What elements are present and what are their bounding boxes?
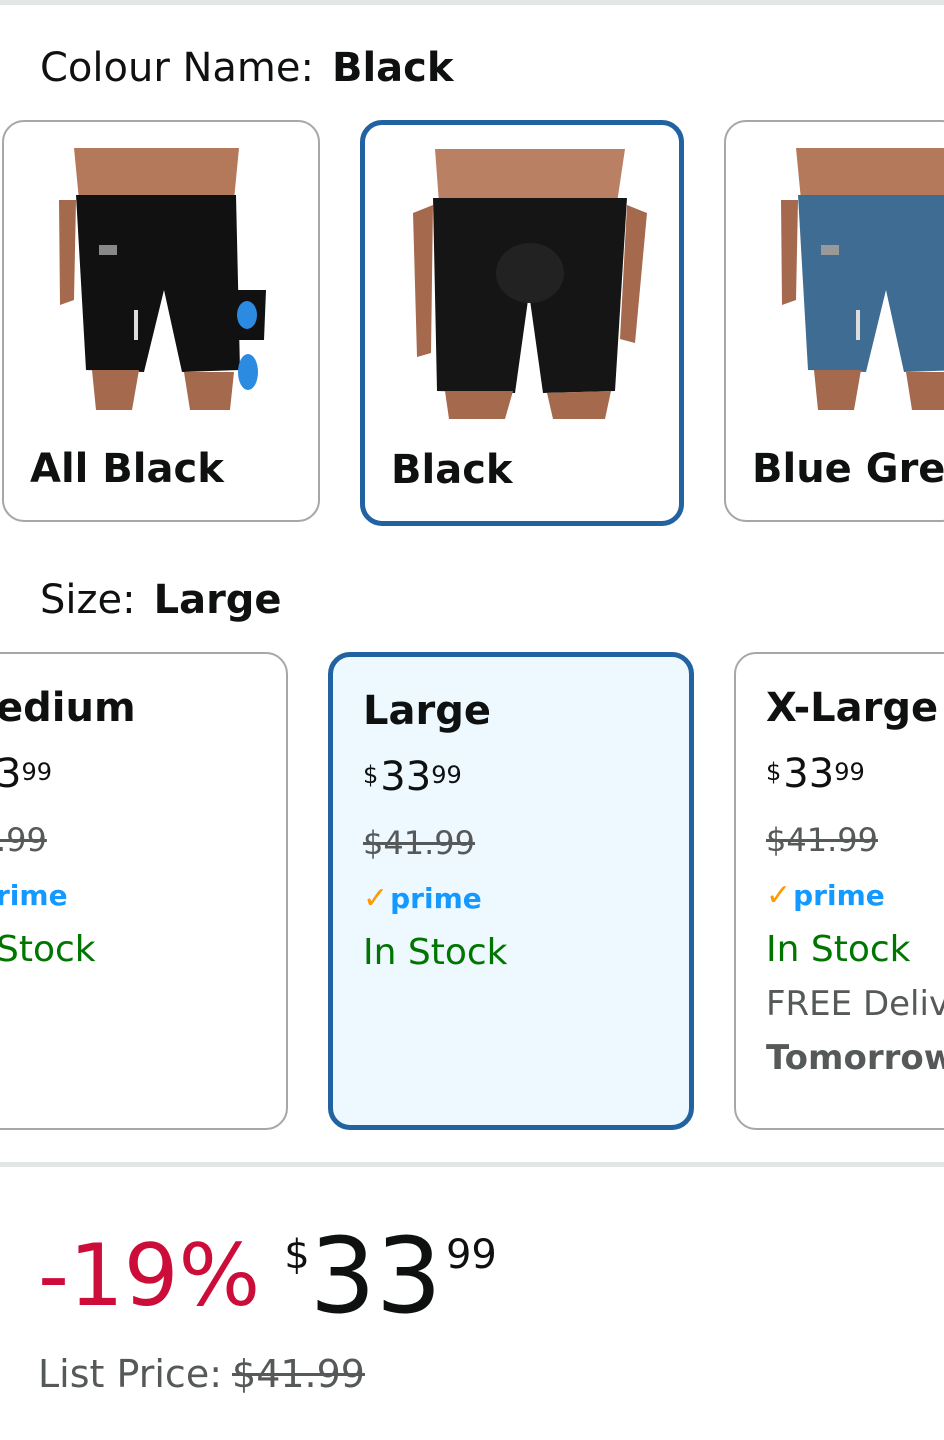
stock-status: In Stock — [363, 932, 508, 973]
size-option-old-price: $41.99 — [766, 821, 878, 859]
size-option-price: $3399 — [766, 751, 865, 797]
prime-check-icon: ✓ — [766, 878, 792, 913]
size-option-large[interactable]: Large $3399 $41.99 ✓ prime In Stock — [328, 652, 694, 1130]
swatch-black[interactable]: Black — [360, 120, 684, 526]
list-price: List Price: $41.99 — [38, 1352, 365, 1396]
prime-badge: ✓ prime — [363, 881, 482, 916]
size-option-name: edium — [0, 685, 136, 731]
discount-percent: -19% — [38, 1226, 261, 1326]
size-option-price: $3399 — [363, 754, 462, 800]
size-option-name: Large — [363, 688, 491, 734]
product-image — [413, 149, 647, 419]
section-divider — [0, 1162, 944, 1167]
size-option-old-price: $41.99 — [363, 824, 475, 862]
prime-check-icon: ✓ — [363, 881, 389, 916]
stock-status: Stock — [0, 929, 96, 970]
list-price-value: $41.99 — [232, 1352, 365, 1396]
top-divider — [0, 0, 944, 5]
list-price-label: List Price: — [38, 1352, 223, 1396]
size-row: Size: Large — [40, 576, 282, 624]
swatch-label: All Black — [30, 446, 224, 492]
size-option-x-large[interactable]: X-Large $3399 $41.99 ✓ prime In Stock FRE… — [734, 652, 944, 1130]
swatch-all-black[interactable]: All Black — [2, 120, 320, 522]
delivery-text: FREE Deliv — [766, 984, 944, 1024]
size-option-name: X-Large — [766, 685, 939, 731]
price-summary: -19% $ 33 99 — [38, 1220, 497, 1332]
prime-badge: rime — [0, 879, 68, 912]
product-image — [781, 148, 944, 410]
size-option-medium[interactable]: edium 399 .99 rime Stock — [0, 652, 288, 1130]
colour-name-label: Colour Name: — [40, 45, 314, 91]
swatch-blue-grey[interactable]: Blue Grey — [724, 120, 944, 522]
price-currency: $ — [284, 1232, 310, 1278]
size-value: Large — [153, 577, 282, 623]
delivery-day: Tomorrow — [766, 1038, 944, 1078]
size-label: Size: — [40, 577, 136, 623]
colour-name-value: Black — [331, 45, 454, 91]
colour-name-row: Colour Name: Black — [40, 44, 454, 92]
stock-status: In Stock — [766, 929, 911, 970]
prime-badge: ✓ prime — [766, 878, 885, 913]
product-image — [59, 148, 266, 410]
swatch-label: Blue Grey — [752, 446, 944, 492]
swatch-label: Black — [391, 447, 513, 493]
price-whole: 33 — [309, 1215, 442, 1337]
size-option-old-price: .99 — [0, 821, 47, 859]
price-fraction: 99 — [445, 1232, 497, 1278]
size-option-price: 399 — [0, 752, 52, 796]
